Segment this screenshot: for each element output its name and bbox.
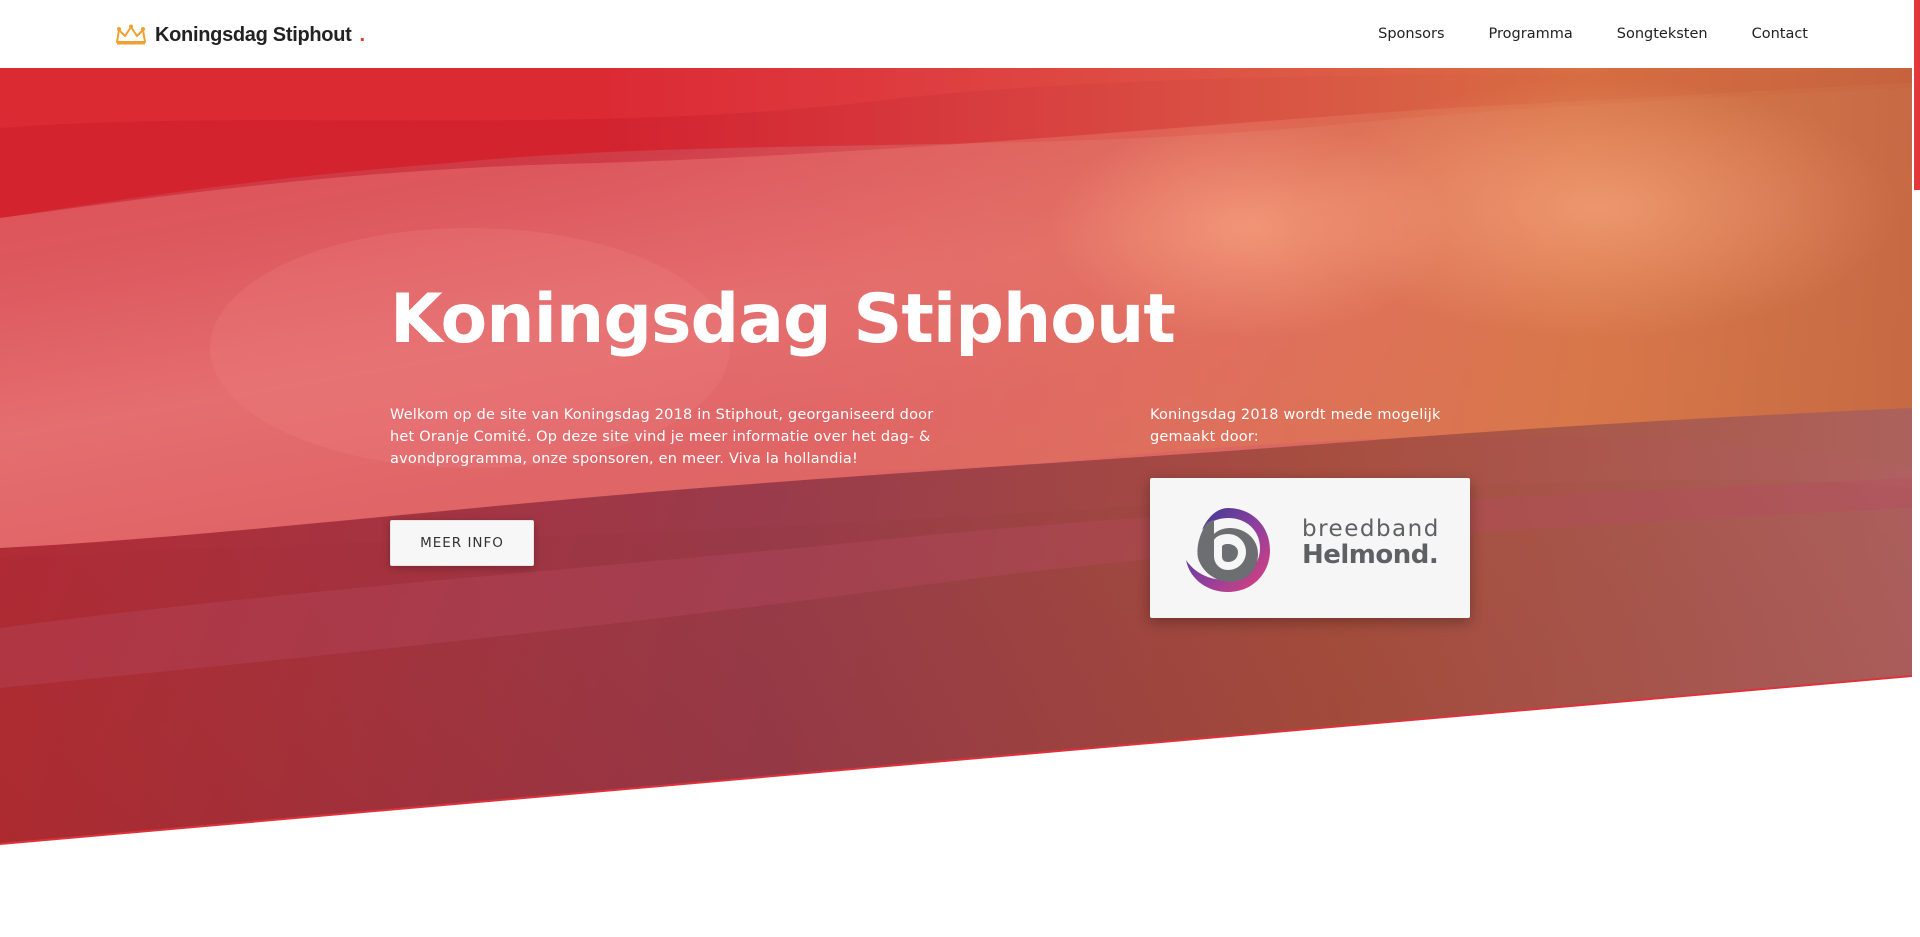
flag-background xyxy=(0,68,1912,843)
hero-intro-text: Welkom op de site van Koningsdag 2018 in… xyxy=(390,407,934,467)
nav-item-programma[interactable]: Programma xyxy=(1489,26,1573,42)
sponsor-logo-line1: breedband xyxy=(1302,516,1440,542)
scrollbar-thumb[interactable] xyxy=(1914,0,1920,190)
hero-section: Koningsdag Stiphout Welkom op de site va… xyxy=(0,68,1912,843)
brand-name: Koningsdag Stiphout xyxy=(155,23,352,46)
top-navbar: Koningsdag Stiphout. Sponsors Programma … xyxy=(0,0,1920,68)
main-nav: Sponsors Programma Songteksten Contact xyxy=(1378,0,1808,68)
nav-item-sponsors[interactable]: Sponsors xyxy=(1378,26,1444,42)
brand-dot: . xyxy=(359,23,366,46)
hero-title: Koningsdag Stiphout xyxy=(390,280,1176,359)
sponsor-logo-line2: Helmond. xyxy=(1302,540,1439,570)
breedband-helmond-logo-icon xyxy=(1186,508,1270,592)
sponsor-intro-text: Koningsdag 2018 wordt mede mogelijk gema… xyxy=(1150,407,1441,445)
crown-icon xyxy=(116,24,146,45)
nav-item-songteksten[interactable]: Songteksten xyxy=(1617,26,1708,42)
brand-logo-link[interactable]: Koningsdag Stiphout. xyxy=(115,20,365,50)
sponsor-logo-card[interactable]: breedband Helmond. xyxy=(1150,478,1470,618)
nav-item-contact[interactable]: Contact xyxy=(1752,26,1808,42)
meer-info-button[interactable]: MEER INFO xyxy=(390,520,534,566)
